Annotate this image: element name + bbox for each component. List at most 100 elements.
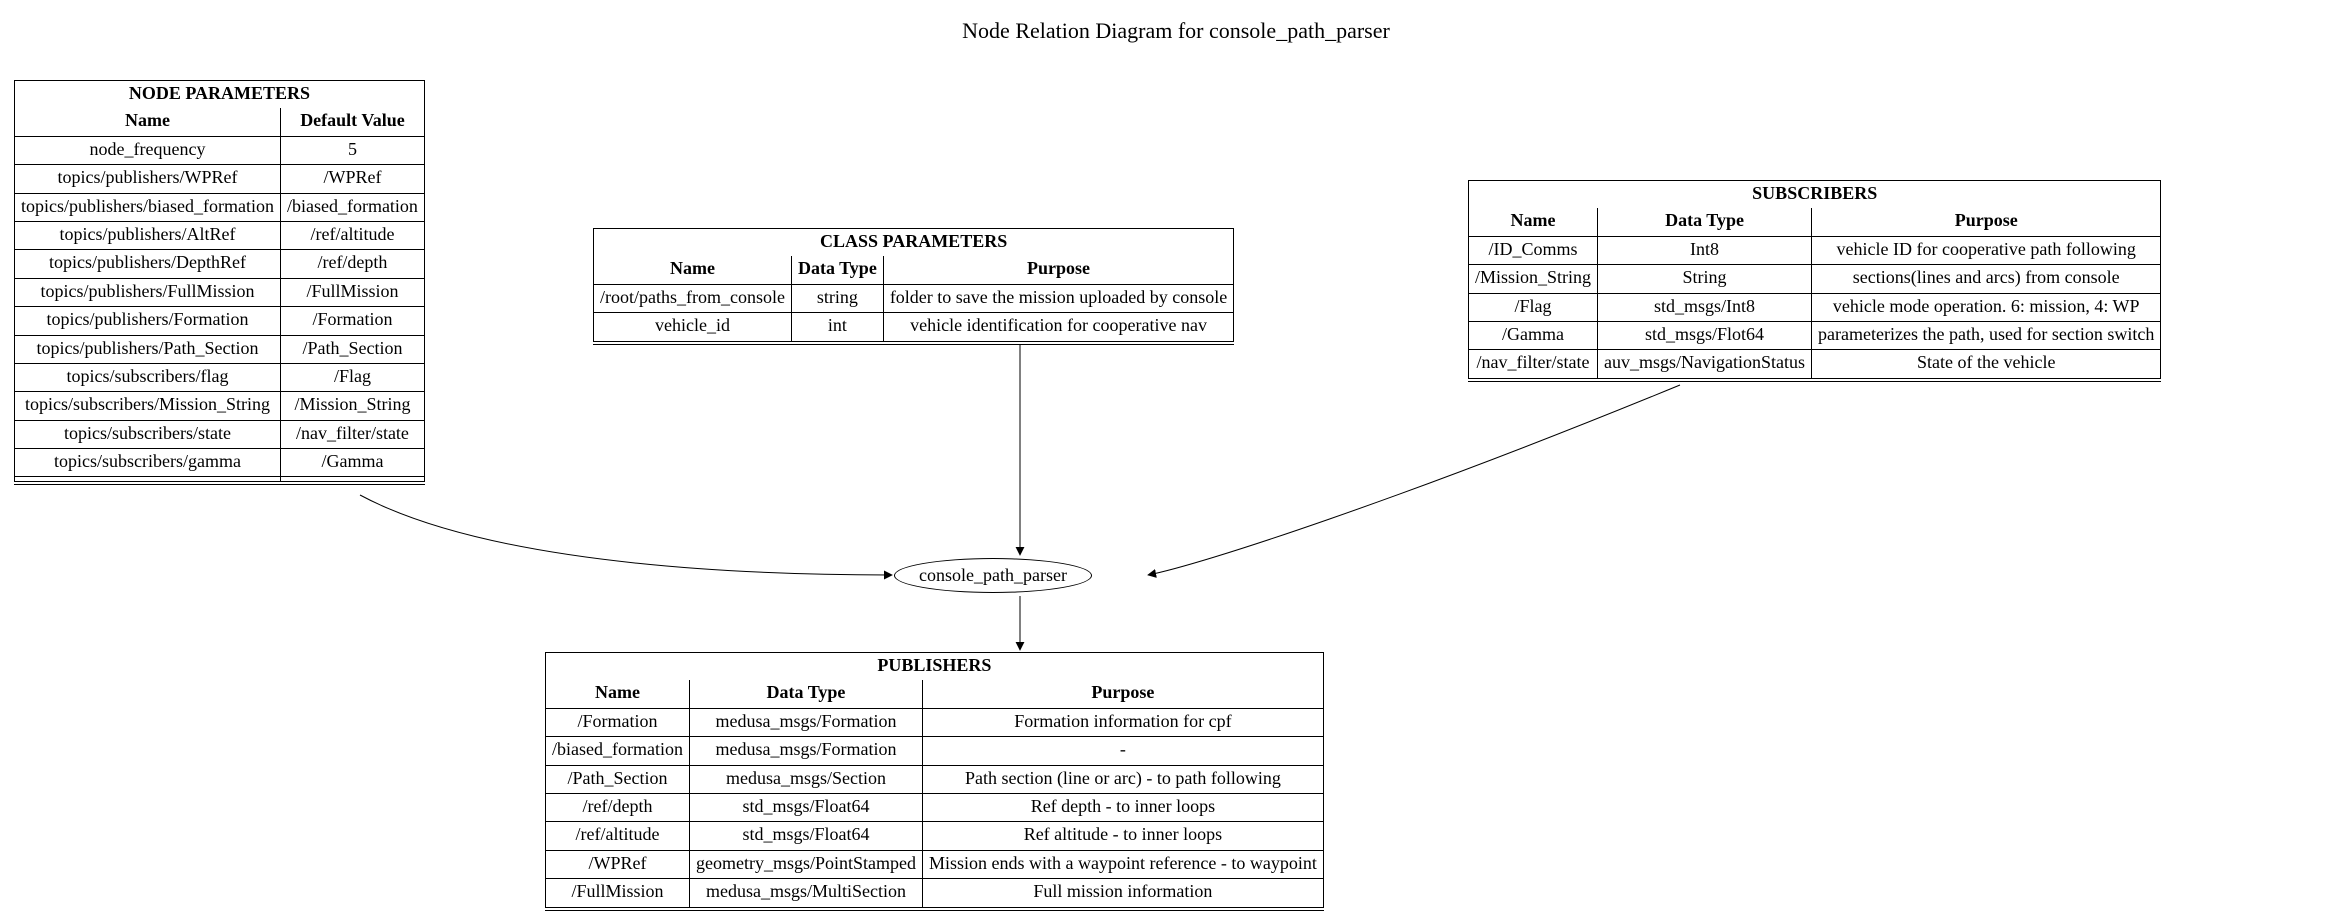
table-row: /nav_filter/stateauv_msgs/NavigationStat… [1469, 350, 2161, 380]
cell: /root/paths_from_console [594, 284, 792, 312]
col-head-default: Default Value [280, 108, 424, 136]
cell: topics/publishers/WPRef [15, 165, 281, 193]
table-row: /Gammastd_msgs/Flot64parameterizes the p… [1469, 321, 2161, 349]
col-head-type: Data Type [689, 680, 922, 708]
publishers-title: PUBLISHERS [546, 653, 1324, 681]
cell: /Formation [280, 307, 424, 335]
cell: String [1598, 265, 1812, 293]
table-row: topics/publishers/AltRef/ref/altitude [15, 221, 425, 249]
col-head-purpose: Purpose [883, 256, 1233, 284]
table-row: vehicle_idintvehicle identification for … [594, 313, 1234, 343]
col-head-purpose: Purpose [1812, 208, 2161, 236]
table-row: topics/subscribers/flag/Flag [15, 363, 425, 391]
cell: topics/publishers/DepthRef [15, 250, 281, 278]
cell: topics/publishers/biased_formation [15, 193, 281, 221]
table-row: /ID_CommsInt8vehicle ID for cooperative … [1469, 236, 2161, 264]
table-row: /Mission_StringStringsections(lines and … [1469, 265, 2161, 293]
cell: vehicle identification for cooperative n… [883, 313, 1233, 343]
table-row: /root/paths_from_consolestringfolder to … [594, 284, 1234, 312]
cell: /Formation [546, 708, 690, 736]
cell: string [791, 284, 883, 312]
cell: topics/subscribers/Mission_String [15, 392, 281, 420]
cell: /Path_Section [280, 335, 424, 363]
table-row: /Formationmedusa_msgs/FormationFormation… [546, 708, 1324, 736]
table-row: /Path_Sectionmedusa_msgs/SectionPath sec… [546, 765, 1324, 793]
cell: parameterizes the path, used for section… [1812, 321, 2161, 349]
table-row: topics/subscribers/gamma/Gamma [15, 449, 425, 477]
cell: /Mission_String [280, 392, 424, 420]
cell: /nav_filter/state [1469, 350, 1598, 380]
cell: vehicle mode operation. 6: mission, 4: W… [1812, 293, 2161, 321]
cell: geometry_msgs/PointStamped [689, 850, 922, 878]
table-row: /ref/altitudestd_msgs/Float64Ref altitud… [546, 822, 1324, 850]
subscribers-title: SUBSCRIBERS [1469, 181, 2161, 209]
cell: Formation information for cpf [922, 708, 1323, 736]
table-row: topics/publishers/FullMission/FullMissio… [15, 278, 425, 306]
cell: folder to save the mission uploaded by c… [883, 284, 1233, 312]
table-row: topics/subscribers/state/nav_filter/stat… [15, 420, 425, 448]
class-parameters-table: CLASS PARAMETERS Name Data Type Purpose … [593, 228, 1234, 345]
table-row [15, 477, 425, 484]
table-row: /Flagstd_msgs/Int8vehicle mode operation… [1469, 293, 2161, 321]
cell: vehicle_id [594, 313, 792, 343]
cell: int [791, 313, 883, 343]
cell: medusa_msgs/Formation [689, 737, 922, 765]
cell: topics/subscribers/flag [15, 363, 281, 391]
cell: std_msgs/Int8 [1598, 293, 1812, 321]
col-head-name: Name [1469, 208, 1598, 236]
cell: /Mission_String [1469, 265, 1598, 293]
subscribers-table: SUBSCRIBERS Name Data Type Purpose /ID_C… [1468, 180, 2161, 382]
cell: Full mission information [922, 879, 1323, 909]
cell: /ID_Comms [1469, 236, 1598, 264]
cell: Mission ends with a waypoint reference -… [922, 850, 1323, 878]
cell: /Gamma [280, 449, 424, 477]
cell: medusa_msgs/MultiSection [689, 879, 922, 909]
cell: /WPRef [546, 850, 690, 878]
table-row: topics/publishers/Path_Section/Path_Sect… [15, 335, 425, 363]
table-row: topics/publishers/DepthRef/ref/depth [15, 250, 425, 278]
node-params-title: NODE PARAMETERS [15, 81, 425, 109]
cell: std_msgs/Float64 [689, 793, 922, 821]
table-row: /ref/depthstd_msgs/Float64Ref depth - to… [546, 793, 1324, 821]
cell [280, 477, 424, 484]
cell [15, 477, 281, 484]
cell: topics/subscribers/gamma [15, 449, 281, 477]
table-row: topics/subscribers/Mission_String/Missio… [15, 392, 425, 420]
cell: /FullMission [280, 278, 424, 306]
cell: /Flag [280, 363, 424, 391]
cell: /biased_formation [280, 193, 424, 221]
cell: sections(lines and arcs) from console [1812, 265, 2161, 293]
col-head-name: Name [15, 108, 281, 136]
cell: 5 [280, 136, 424, 164]
cell: node_frequency [15, 136, 281, 164]
cell: std_msgs/Float64 [689, 822, 922, 850]
cell: /FullMission [546, 879, 690, 909]
cell: Path section (line or arc) - to path fol… [922, 765, 1323, 793]
node-parameters-table: NODE PARAMETERS Name Default Value node_… [14, 80, 425, 485]
cell: State of the vehicle [1812, 350, 2161, 380]
cell: /ref/altitude [280, 221, 424, 249]
cell: std_msgs/Flot64 [1598, 321, 1812, 349]
cell: /Flag [1469, 293, 1598, 321]
col-head-purpose: Purpose [922, 680, 1323, 708]
cell: /WPRef [280, 165, 424, 193]
col-head-type: Data Type [1598, 208, 1812, 236]
class-params-title: CLASS PARAMETERS [594, 229, 1234, 257]
cell: auv_msgs/NavigationStatus [1598, 350, 1812, 380]
cell: - [922, 737, 1323, 765]
cell: Ref altitude - to inner loops [922, 822, 1323, 850]
cell: topics/subscribers/state [15, 420, 281, 448]
cell: medusa_msgs/Section [689, 765, 922, 793]
cell: /nav_filter/state [280, 420, 424, 448]
center-node: console_path_parser [894, 558, 1092, 593]
publishers-table: PUBLISHERS Name Data Type Purpose /Forma… [545, 652, 1324, 911]
cell: topics/publishers/FullMission [15, 278, 281, 306]
cell: topics/publishers/Path_Section [15, 335, 281, 363]
cell: /ref/depth [280, 250, 424, 278]
table-row: topics/publishers/biased_formation/biase… [15, 193, 425, 221]
cell: /ref/depth [546, 793, 690, 821]
col-head-type: Data Type [791, 256, 883, 284]
cell: topics/publishers/Formation [15, 307, 281, 335]
cell: topics/publishers/AltRef [15, 221, 281, 249]
col-head-name: Name [546, 680, 690, 708]
